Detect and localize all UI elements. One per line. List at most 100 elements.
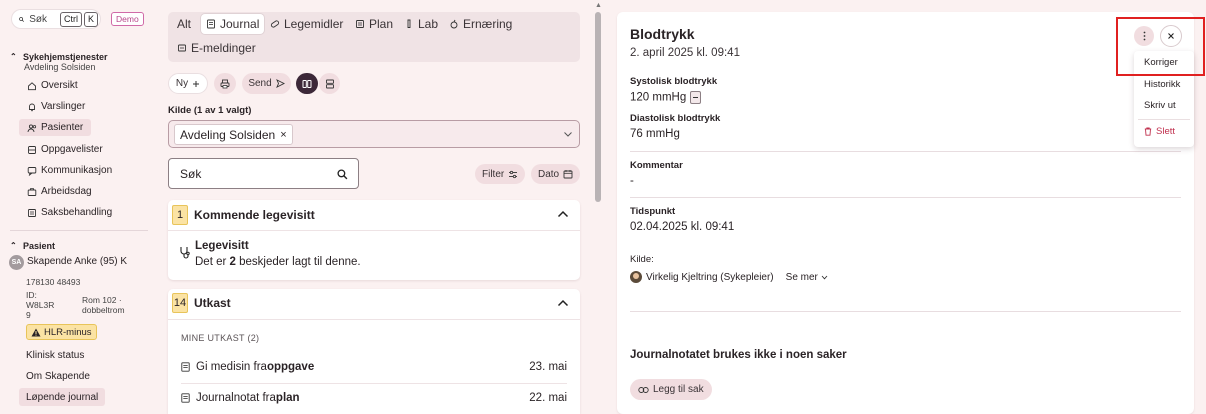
- doc-icon: [181, 362, 190, 372]
- menu-item-historikk[interactable]: Historikk: [1144, 79, 1180, 90]
- sidebar-item-label: Varslinger: [41, 101, 86, 112]
- kilde-tag-label: Avdeling Solsiden: [180, 127, 276, 142]
- chevron-up-icon[interactable]: [557, 210, 569, 218]
- date-button[interactable]: Dato: [531, 164, 581, 184]
- diastolic-label: Diastolisk blodtrykk: [630, 113, 721, 124]
- lab-icon: [407, 19, 411, 28]
- tab-journal[interactable]: Journal: [201, 14, 265, 34]
- sidebar-item-klinisk-status[interactable]: Klinisk status: [19, 346, 91, 364]
- collapse-button[interactable]: [690, 91, 702, 104]
- menu-item-slett[interactable]: Slett: [1144, 126, 1175, 137]
- chevron-up-icon[interactable]: [557, 299, 569, 307]
- sidebar-item-oppgavelister[interactable]: Oppgavelister: [19, 141, 111, 158]
- list-item-date: 22. mai: [529, 392, 567, 404]
- sidebar-item-pasienter[interactable]: Pasienter: [19, 119, 92, 136]
- sidebar-item-om-skapende[interactable]: Om Skapende: [19, 367, 97, 385]
- systolic-value: 120 mmHg: [630, 91, 687, 104]
- list-item[interactable]: Journalnotat fra plan 22. mai: [181, 384, 567, 412]
- tab-legemidler[interactable]: Legemidler: [265, 14, 348, 34]
- tab-plan[interactable]: Plan: [350, 14, 398, 34]
- send-button-label: Send: [248, 78, 272, 89]
- print-icon: [220, 79, 230, 88]
- legevisitt-title[interactable]: Legevisitt: [195, 240, 249, 252]
- list-item-bold: oppgave: [266, 361, 315, 373]
- mine-utkast-label: MINE UTKAST (2): [181, 333, 260, 343]
- send-button[interactable]: Send: [242, 73, 291, 94]
- home-icon: [28, 81, 36, 90]
- tab-bar: Alt Journal Legemidler Plan Lab Ernæring…: [168, 12, 580, 62]
- sidebar-search[interactable]: Søk Ctrl K: [11, 9, 101, 29]
- stethoscope-icon: [180, 247, 190, 259]
- sidebar-item-lopende-journal[interactable]: Løpende journal: [19, 388, 106, 406]
- new-button-label: Ny: [175, 78, 189, 89]
- kilde-select[interactable]: Avdeling Solsiden ×: [168, 120, 580, 148]
- tab-label: Journal: [220, 17, 260, 31]
- tab-e-meldinger[interactable]: E-meldinger: [172, 38, 261, 58]
- sidebar-search-label: Søk: [29, 13, 47, 25]
- utkast-title: Utkast: [194, 296, 231, 310]
- sidebar-item-label: Saksbehandling: [41, 207, 113, 218]
- chevron-down-icon: [564, 132, 572, 137]
- sidebar-item-varslinger[interactable]: Varslinger: [19, 98, 93, 115]
- sidebar-item-arbeidsdag[interactable]: Arbeidsdag: [19, 183, 100, 200]
- diastolic-value: 76 mmHg: [630, 128, 680, 140]
- list-item-bold: plan: [275, 392, 300, 404]
- patient-ssn: 178130 48493: [26, 277, 81, 287]
- see-more-button[interactable]: Se mer: [786, 272, 828, 283]
- sidebar-item-label: Arbeidsdag: [41, 186, 92, 197]
- section-pasient-title: Pasient: [23, 241, 56, 251]
- detail-panel: Blodtrykk 2. april 2025 kl. 09:41 Systol…: [617, 12, 1194, 414]
- kilde-label: Kilde (1 av 1 valgt): [168, 105, 252, 116]
- filter-button[interactable]: Filter: [475, 164, 526, 184]
- patient-name[interactable]: Skapende Anke (95) K: [27, 256, 127, 267]
- kommende-header[interactable]: 1 Kommende legevisitt: [172, 205, 315, 225]
- utkast-header[interactable]: 14 Utkast: [172, 293, 231, 313]
- kommende-title: Kommende legevisitt: [194, 208, 315, 222]
- tab-lab[interactable]: Lab: [399, 14, 443, 34]
- scrollbar-thumb[interactable]: [595, 12, 601, 202]
- sidebar-item-saksbehandling[interactable]: Saksbehandling: [19, 204, 120, 221]
- menu-item-skriv-ut[interactable]: Skriv ut: [1144, 100, 1176, 111]
- sidebar-item-label: Kommunikasjon: [41, 165, 113, 176]
- highlight-box: [1116, 17, 1205, 76]
- sidebar-item-label: Oppgavelister: [41, 144, 103, 155]
- section-sykehjem-title: Sykehjemstjenester: [23, 52, 108, 62]
- divider: [630, 151, 1181, 152]
- sidebar-item-kommunikasjon[interactable]: Kommunikasjon: [19, 162, 120, 179]
- comment-value: -: [630, 175, 634, 187]
- list-item[interactable]: Gi medisin fra oppgave 23. mai: [181, 353, 567, 381]
- list-item-date: 23. mai: [529, 361, 567, 373]
- tab-ernaering[interactable]: Ernæring: [444, 14, 517, 34]
- sidebar: Søk Ctrl K Demo ⌃ Sykehjemstjenester Avd…: [0, 0, 153, 414]
- pill-icon: [270, 20, 280, 28]
- view-rows-button[interactable]: [319, 73, 340, 94]
- section-pasient[interactable]: ⌃ Pasient: [10, 241, 55, 251]
- rows-icon: [325, 79, 334, 88]
- sidebar-item-label: Pasienter: [41, 122, 84, 133]
- list-item-text: Journalnotat fra: [196, 392, 276, 404]
- tab-label: Plan: [369, 17, 394, 31]
- sidebar-divider: [10, 230, 148, 231]
- search-icon: [337, 169, 348, 180]
- print-button[interactable]: [214, 73, 236, 94]
- tab-label: Legemidler: [284, 17, 344, 31]
- view-columns-button[interactable]: [296, 73, 318, 94]
- comment-label: Kommentar: [630, 160, 683, 171]
- close-icon[interactable]: ×: [280, 129, 286, 141]
- section-sykehjem-subtitle: Avdeling Solsiden: [24, 62, 96, 72]
- kbd-ctrl: Ctrl: [59, 11, 82, 27]
- legevisitt-text: Det er 2 beskjeder lagt til denne.: [195, 256, 361, 268]
- scroll-up-arrow-icon[interactable]: ▲: [595, 2, 602, 9]
- search-input[interactable]: Søk: [168, 158, 359, 189]
- plan-icon: [356, 20, 364, 28]
- filter-button-label: Filter: [482, 168, 505, 180]
- add-case-button[interactable]: Legg til sak: [630, 379, 712, 400]
- sidebar-item-oversikt[interactable]: Oversikt: [19, 77, 86, 94]
- tab-label: Alt: [177, 17, 192, 31]
- trash-icon: [1144, 127, 1152, 136]
- briefcase-icon: [27, 187, 37, 196]
- tab-alt[interactable]: Alt: [172, 14, 196, 34]
- demo-badge: Demo: [111, 12, 144, 26]
- section-sykehjem[interactable]: ⌃ Sykehjemstjenester: [10, 52, 108, 62]
- new-button[interactable]: Ny: [168, 73, 208, 94]
